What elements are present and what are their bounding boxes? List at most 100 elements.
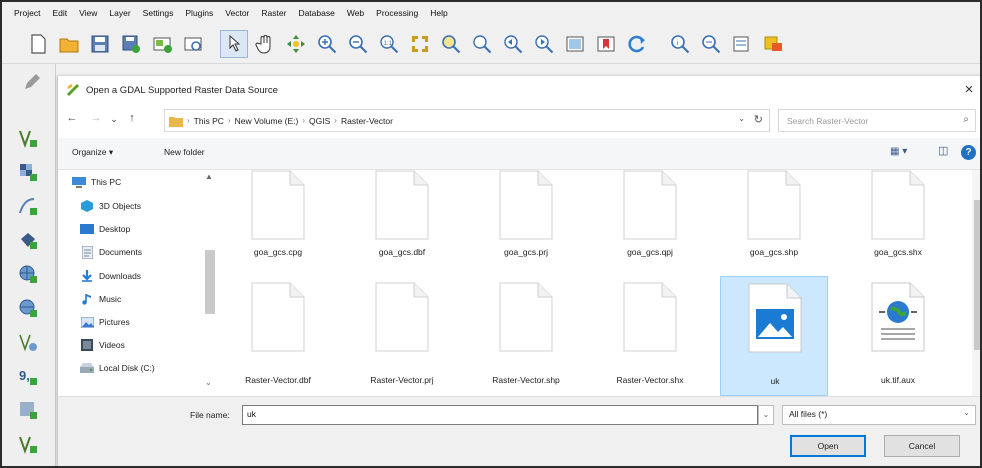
search-input[interactable]: Search Raster-Vector ⌕ (778, 109, 976, 132)
add-spatialite-layer-icon[interactable] (16, 398, 40, 422)
tree-item-desktop[interactable]: Desktop (80, 219, 130, 239)
add-wms-layer-icon[interactable] (16, 262, 40, 286)
new-bookmark-icon[interactable] (592, 30, 620, 58)
menu-database[interactable]: Database (292, 8, 340, 18)
zoom-in-icon[interactable] (313, 30, 341, 58)
add-delimited-text-icon[interactable]: 9, (16, 364, 40, 388)
attribute-table-icon[interactable] (759, 30, 787, 58)
layout-manager-icon[interactable] (179, 30, 207, 58)
add-wfs-layer-icon[interactable] (16, 296, 40, 320)
digitize-pencil-icon[interactable] (20, 70, 44, 94)
identify-icon[interactable] (220, 29, 248, 58)
tree-item-music[interactable]: Music (80, 289, 121, 309)
change-view-icon[interactable]: ▦ ▾ (890, 146, 907, 157)
xml-globe-file-icon (871, 282, 925, 352)
organize-button[interactable]: Organize ▾ (72, 147, 113, 158)
file-item[interactable]: Raster-Vector.shp (472, 276, 580, 390)
scrollbar-thumb[interactable] (974, 200, 980, 350)
open-raster-dialog: Open a GDAL Supported Raster Data Source… (58, 76, 980, 466)
menu-processing[interactable]: Processing (370, 8, 424, 18)
pan-icon[interactable] (251, 30, 279, 58)
menu-settings[interactable]: Settings (137, 8, 180, 18)
breadcrumb-qgis[interactable]: QGIS (309, 116, 330, 126)
identify-features-icon[interactable]: i (666, 30, 694, 58)
file-type-value: All files (*) (789, 409, 828, 419)
zoom-layer-icon[interactable] (437, 30, 465, 58)
breadcrumb-raster-vector[interactable]: Raster-Vector (341, 116, 393, 126)
new-folder-button[interactable]: New folder (164, 147, 205, 157)
save-project-icon[interactable] (86, 30, 114, 58)
file-item[interactable]: goa_gcs.shp (720, 170, 828, 284)
pan-to-selection-icon[interactable] (282, 30, 310, 58)
close-icon[interactable]: × (960, 81, 978, 98)
menu-help[interactable]: Help (424, 8, 453, 18)
file-item[interactable]: goa_gcs.dbf (348, 170, 456, 284)
refresh-icon[interactable] (623, 30, 651, 58)
zoom-full-icon[interactable] (406, 30, 434, 58)
cancel-button[interactable]: Cancel (884, 435, 960, 457)
file-item[interactable]: Raster-Vector.shx (596, 276, 704, 390)
forward-button[interactable]: → (88, 112, 104, 124)
zoom-last-icon[interactable] (499, 30, 527, 58)
tree-item-videos[interactable]: Videos (80, 335, 125, 355)
open-button[interactable]: Open (790, 435, 866, 457)
save-as-icon[interactable] (117, 30, 145, 58)
scroll-up-icon[interactable]: ▲ (205, 172, 213, 181)
navigation-scrollbar[interactable]: ▲ ⌄ (202, 170, 218, 396)
menu-project[interactable]: Project (8, 8, 46, 18)
add-wcs-layer-icon[interactable] (16, 330, 40, 354)
file-item[interactable]: goa_gcs.qpj (596, 170, 704, 284)
file-item-selected[interactable]: uk (720, 276, 828, 396)
open-project-icon[interactable] (55, 30, 83, 58)
menu-raster[interactable]: Raster (255, 8, 292, 18)
zoom-selection-icon[interactable] (468, 30, 496, 58)
menu-plugins[interactable]: Plugins (179, 8, 219, 18)
new-map-view-icon[interactable] (561, 30, 589, 58)
new-print-layout-icon[interactable] (148, 30, 176, 58)
add-mesh-layer-icon[interactable] (16, 194, 40, 218)
file-list-scrollbar[interactable] (972, 170, 980, 396)
help-icon[interactable]: ? (961, 145, 976, 160)
tree-item-3d-objects[interactable]: 3D Objects (80, 196, 141, 216)
tree-item-this-pc[interactable]: This PC (72, 172, 121, 192)
file-item[interactable]: Raster-Vector.dbf (224, 276, 332, 390)
zoom-native-icon[interactable]: 1:1 (375, 30, 403, 58)
file-type-select[interactable]: All files (*) ⌄ (782, 405, 976, 425)
tree-item-documents[interactable]: Documents (80, 242, 142, 262)
tree-item-downloads[interactable]: Downloads (80, 266, 141, 286)
breadcrumb-new-volume[interactable]: New Volume (E:) (235, 116, 299, 126)
back-button[interactable]: ← (64, 112, 80, 124)
file-item[interactable]: uk.tif.aux (844, 276, 952, 390)
breadcrumb-this-pc[interactable]: This PC (194, 116, 224, 126)
file-item[interactable]: Raster-Vector.prj (348, 276, 456, 390)
address-bar[interactable]: › This PC › New Volume (E:) › QGIS › Ras… (164, 109, 770, 132)
deselect-icon[interactable] (728, 30, 756, 58)
add-raster-layer-icon[interactable] (16, 160, 40, 184)
file-name-dropdown-icon[interactable]: ⌄ (758, 405, 774, 425)
preview-pane-icon[interactable]: ◫ (938, 144, 948, 157)
scrollbar-thumb[interactable] (205, 250, 215, 314)
select-features-icon[interactable] (697, 30, 725, 58)
menu-layer[interactable]: Layer (103, 8, 136, 18)
recent-locations-button[interactable]: ⌄ (106, 114, 122, 125)
address-dropdown-icon[interactable]: ⌄ (738, 114, 745, 123)
scroll-down-icon[interactable]: ⌄ (205, 378, 212, 387)
add-virtual-layer-icon[interactable] (16, 432, 40, 456)
refresh-icon[interactable]: ↻ (754, 113, 763, 126)
new-project-icon[interactable] (24, 30, 52, 58)
file-item[interactable]: goa_gcs.prj (472, 170, 580, 284)
menu-vector[interactable]: Vector (219, 8, 255, 18)
zoom-next-icon[interactable] (530, 30, 558, 58)
add-postgis-layer-icon[interactable] (16, 228, 40, 252)
file-name-input[interactable]: uk (242, 405, 758, 425)
tree-item-pictures[interactable]: Pictures (80, 312, 130, 332)
menu-view[interactable]: View (73, 8, 103, 18)
file-item[interactable]: goa_gcs.shx (844, 170, 952, 284)
up-button[interactable]: ↑ (124, 112, 140, 124)
menu-web[interactable]: Web (341, 8, 370, 18)
menu-edit[interactable]: Edit (46, 8, 73, 18)
tree-item-local-disk[interactable]: Local Disk (C:) (80, 358, 155, 378)
add-vector-layer-icon[interactable] (16, 126, 40, 150)
zoom-out-icon[interactable] (344, 30, 372, 58)
file-item[interactable]: goa_gcs.cpg (224, 170, 332, 284)
